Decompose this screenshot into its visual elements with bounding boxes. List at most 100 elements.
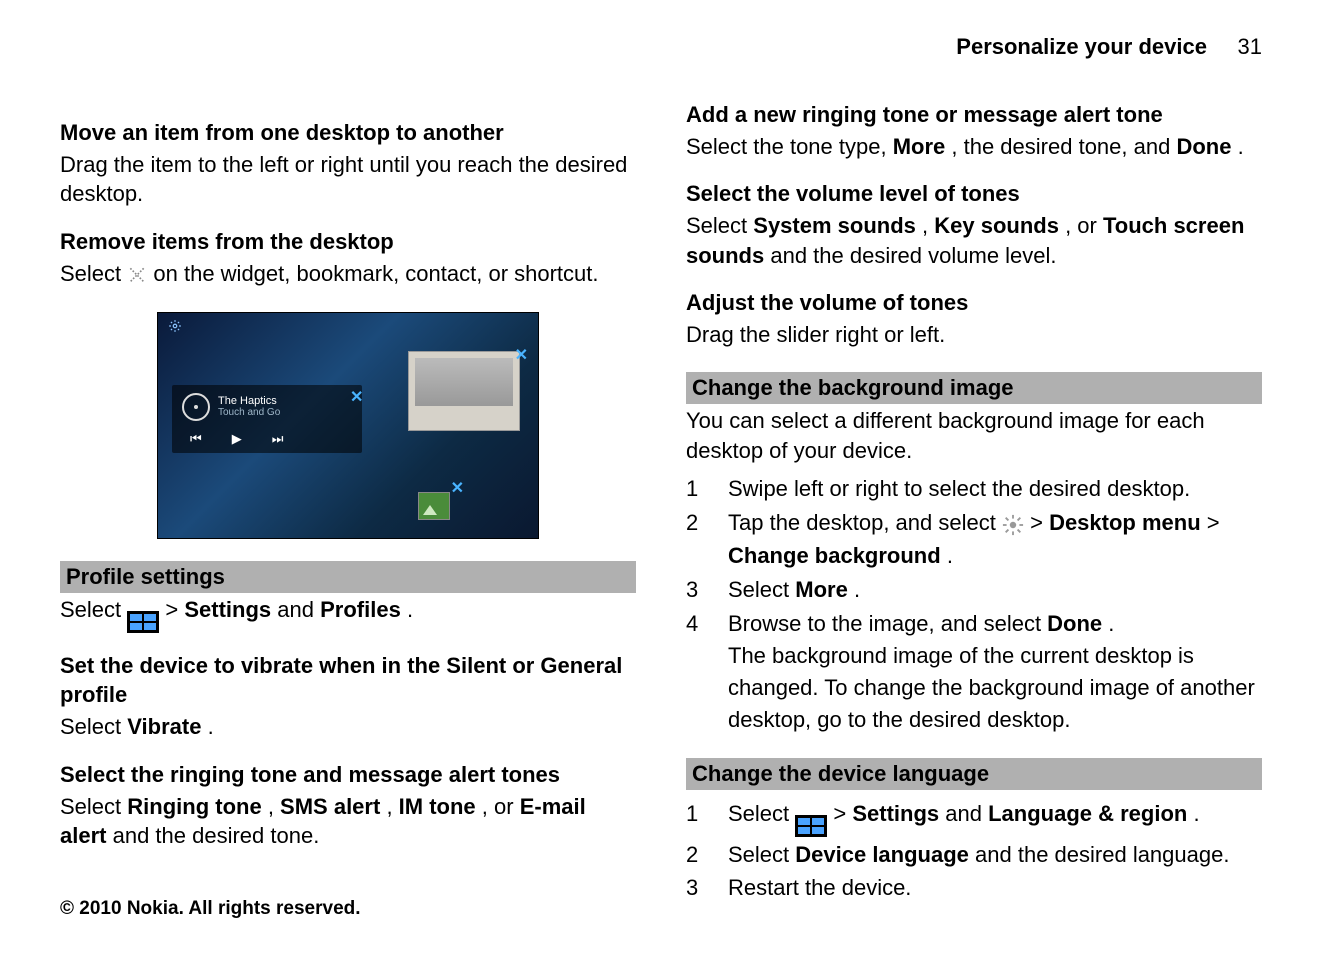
text: . xyxy=(854,577,860,602)
text: The background image of the current desk… xyxy=(728,643,1255,732)
text: Select xyxy=(728,842,795,867)
text: on the widget, bookmark, contact, or sho… xyxy=(153,261,598,286)
gear-icon xyxy=(1002,508,1024,540)
text: > xyxy=(833,801,852,826)
list-item: 3Restart the device. xyxy=(686,872,1262,904)
close-x-icon xyxy=(127,260,147,290)
heading-vibrate: Set the device to vibrate when in the Si… xyxy=(60,651,636,710)
text: , xyxy=(922,213,934,238)
text: . xyxy=(208,714,214,739)
text: . xyxy=(1193,801,1199,826)
text: Browse to the image, and select xyxy=(728,611,1047,636)
paragraph: Select Ringing tone , SMS alert , IM ton… xyxy=(60,792,636,851)
menu-item: Device language xyxy=(795,842,969,867)
heading-add-tone: Add a new ringing tone or message alert … xyxy=(686,100,1262,130)
menu-item: Desktop menu xyxy=(1049,510,1201,535)
text: , xyxy=(268,794,280,819)
text: , or xyxy=(482,794,520,819)
text: and the desired volume level. xyxy=(770,243,1056,268)
section-bar-background: Change the background image xyxy=(686,372,1262,404)
heading-select-ringing: Select the ringing tone and message aler… xyxy=(60,760,636,790)
text: . xyxy=(947,543,953,568)
left-column: Move an item from one desktop to another… xyxy=(60,100,636,904)
steps-background: 1Swipe left or right to select the desir… xyxy=(686,473,1262,735)
text: Select > Settings and Language & region … xyxy=(728,798,1200,837)
menu-item: Done xyxy=(1047,611,1102,636)
text: Select xyxy=(728,801,795,826)
paragraph: Select Vibrate . xyxy=(60,712,636,742)
content-columns: Move an item from one desktop to another… xyxy=(60,100,1262,904)
running-header: Personalize your device 31 xyxy=(956,34,1262,60)
app-grid-icon xyxy=(795,815,827,837)
music-widget: The Haptics Touch and Go ⏮ ▶ ⏭ xyxy=(172,385,362,453)
paragraph: Drag the slider right or left. xyxy=(686,320,1262,350)
menu-item: Language & region xyxy=(988,801,1187,826)
text: , or xyxy=(1065,213,1103,238)
next-icon: ⏭ xyxy=(272,431,284,447)
text: and xyxy=(277,597,320,622)
paragraph: Select on the widget, bookmark, contact,… xyxy=(60,259,636,290)
menu-item: Change background xyxy=(728,543,941,568)
list-item: 2 Tap the desktop, and select > Desktop … xyxy=(686,507,1262,572)
menu-item: More xyxy=(893,134,946,159)
text: Select xyxy=(60,261,127,286)
section-bar-language: Change the device language xyxy=(686,758,1262,790)
menu-item: Done xyxy=(1176,134,1231,159)
list-item: 1 Select > Settings and Language & regio… xyxy=(686,798,1262,837)
section-bar-profile: Profile settings xyxy=(60,561,636,593)
list-item: 4 Browse to the image, and select Done .… xyxy=(686,608,1262,736)
text: Select xyxy=(686,213,753,238)
menu-item: Settings xyxy=(184,597,271,622)
browser-widget xyxy=(408,351,520,431)
text: and the desired language. xyxy=(975,842,1229,867)
list-item: 3 Select More . xyxy=(686,574,1262,606)
heading-volume-level: Select the volume level of tones xyxy=(686,179,1262,209)
text: Select Device language and the desired l… xyxy=(728,839,1229,871)
text: Select xyxy=(60,794,127,819)
menu-item: Settings xyxy=(852,801,939,826)
desktop-screenshot: ✕ The Haptics Touch and Go ⏮ ▶ ⏭ xyxy=(157,312,539,539)
track-title: The Haptics xyxy=(218,395,280,407)
menu-item: Key sounds xyxy=(934,213,1059,238)
text: and the desired tone. xyxy=(113,823,320,848)
list-item: 2 Select Device language and the desired… xyxy=(686,839,1262,871)
text: Select the tone type, xyxy=(686,134,893,159)
copyright-footer: © 2010 Nokia. All rights reserved. xyxy=(60,898,361,920)
paragraph: Drag the item to the left or right until… xyxy=(60,150,636,209)
text: > xyxy=(1030,510,1049,535)
prev-icon: ⏮ xyxy=(190,431,202,447)
text: > xyxy=(165,597,184,622)
album-icon xyxy=(182,393,210,421)
text: Select xyxy=(60,714,127,739)
heading-move-item: Move an item from one desktop to another xyxy=(60,118,636,148)
menu-item: Ringing tone xyxy=(127,794,261,819)
photo-widget xyxy=(418,492,450,520)
steps-language: 1 Select > Settings and Language & regio… xyxy=(686,798,1262,905)
heading-adjust-volume: Adjust the volume of tones xyxy=(686,288,1262,318)
text: Tap the desktop, and select xyxy=(728,510,1002,535)
text: , xyxy=(386,794,398,819)
close-icon: ✕ xyxy=(515,345,528,365)
text: . xyxy=(1108,611,1114,636)
paragraph: Select the tone type, More , the desired… xyxy=(686,132,1262,162)
right-column: Add a new ringing tone or message alert … xyxy=(686,100,1262,904)
menu-item: More xyxy=(795,577,848,602)
menu-item: System sounds xyxy=(753,213,916,238)
play-icon: ▶ xyxy=(232,431,242,447)
text: Select xyxy=(728,577,795,602)
page-number: 31 xyxy=(1238,34,1262,59)
paragraph: Select > Settings and Profiles . xyxy=(60,595,636,633)
text: . xyxy=(1238,134,1244,159)
text: Swipe left or right to select the desire… xyxy=(728,473,1190,505)
paragraph: Select System sounds , Key sounds , or T… xyxy=(686,211,1262,270)
section-title: Personalize your device xyxy=(956,34,1207,59)
heading-remove-items: Remove items from the desktop xyxy=(60,227,636,257)
close-icon: ✕ xyxy=(350,387,363,407)
menu-item: Vibrate xyxy=(127,714,201,739)
paragraph: You can select a different background im… xyxy=(686,406,1262,465)
menu-item: Profiles xyxy=(320,597,401,622)
text: Browse to the image, and select Done . T… xyxy=(728,608,1262,736)
text: and xyxy=(945,801,988,826)
music-controls: ⏮ ▶ ⏭ xyxy=(190,431,352,447)
text: Select More . xyxy=(728,574,860,606)
